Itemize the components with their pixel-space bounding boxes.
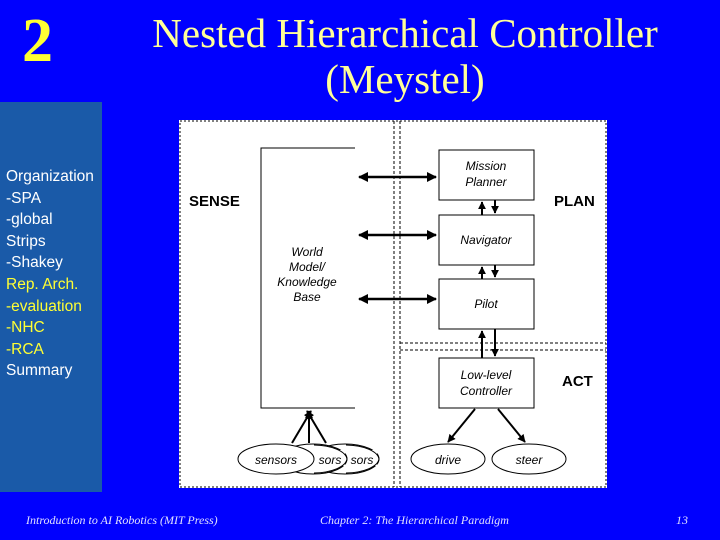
diagram-background bbox=[179, 120, 607, 488]
navigator-label: Navigator bbox=[460, 233, 512, 247]
world-model-line-3: Knowledge bbox=[277, 275, 337, 289]
low-level-controller-line-1: Low-level bbox=[461, 368, 512, 382]
world-model-line-1: World bbox=[291, 245, 323, 259]
sidebar-outline: Organization -SPA -global Strips -Shakey… bbox=[0, 102, 102, 492]
act-label: ACT bbox=[562, 373, 593, 390]
outline-list: Organization -SPA -global Strips -Shakey… bbox=[6, 166, 94, 382]
plan-label: PLAN bbox=[554, 193, 595, 210]
sensor-label-3: sors bbox=[351, 453, 374, 467]
outline-item-summary[interactable]: Summary bbox=[6, 360, 94, 382]
pilot-label: Pilot bbox=[474, 297, 498, 311]
footer-page-number: 13 bbox=[676, 513, 688, 527]
slide-title: Nested Hierarchical Controller (Meystel) bbox=[140, 10, 670, 102]
world-model-line-2: Model/ bbox=[289, 260, 327, 274]
low-level-controller-box bbox=[438, 357, 535, 409]
title-line-2: (Meystel) bbox=[325, 56, 485, 102]
outline-item-global[interactable]: -global bbox=[6, 209, 94, 231]
outline-item-shakey[interactable]: -Shakey bbox=[6, 252, 94, 274]
mission-planner-line-2: Planner bbox=[465, 175, 507, 189]
sense-label: SENSE bbox=[189, 193, 240, 210]
sensor-label-1: sensors bbox=[255, 453, 297, 467]
nhc-diagram: SENSE PLAN ACT World Model/ Knowledge Ba… bbox=[179, 120, 607, 488]
sensor-label-2: sors bbox=[319, 453, 342, 467]
outline-item-nhc[interactable]: -NHC bbox=[6, 317, 94, 339]
title-line-1: Nested Hierarchical Controller bbox=[152, 10, 658, 56]
footer-chapter: Chapter 2: The Hierarchical Paradigm bbox=[320, 513, 509, 527]
steer-label: steer bbox=[516, 453, 544, 467]
world-model-line-4: Base bbox=[293, 290, 321, 304]
outline-item-rep-arch[interactable]: Rep. Arch. bbox=[6, 274, 94, 296]
outline-item-organization[interactable]: Organization bbox=[6, 166, 94, 188]
footer-book: Introduction to AI Robotics (MIT Press) bbox=[26, 513, 218, 527]
outline-item-strips[interactable]: Strips bbox=[6, 231, 94, 253]
outline-item-spa[interactable]: -SPA bbox=[6, 188, 94, 210]
low-level-controller-line-2: Controller bbox=[460, 384, 513, 398]
outline-item-rca[interactable]: -RCA bbox=[6, 339, 94, 361]
drive-label: drive bbox=[435, 453, 461, 467]
mission-planner-line-1: Mission bbox=[466, 159, 507, 173]
outline-item-evaluation[interactable]: -evaluation bbox=[6, 296, 94, 318]
chapter-number: 2 bbox=[22, 7, 53, 75]
